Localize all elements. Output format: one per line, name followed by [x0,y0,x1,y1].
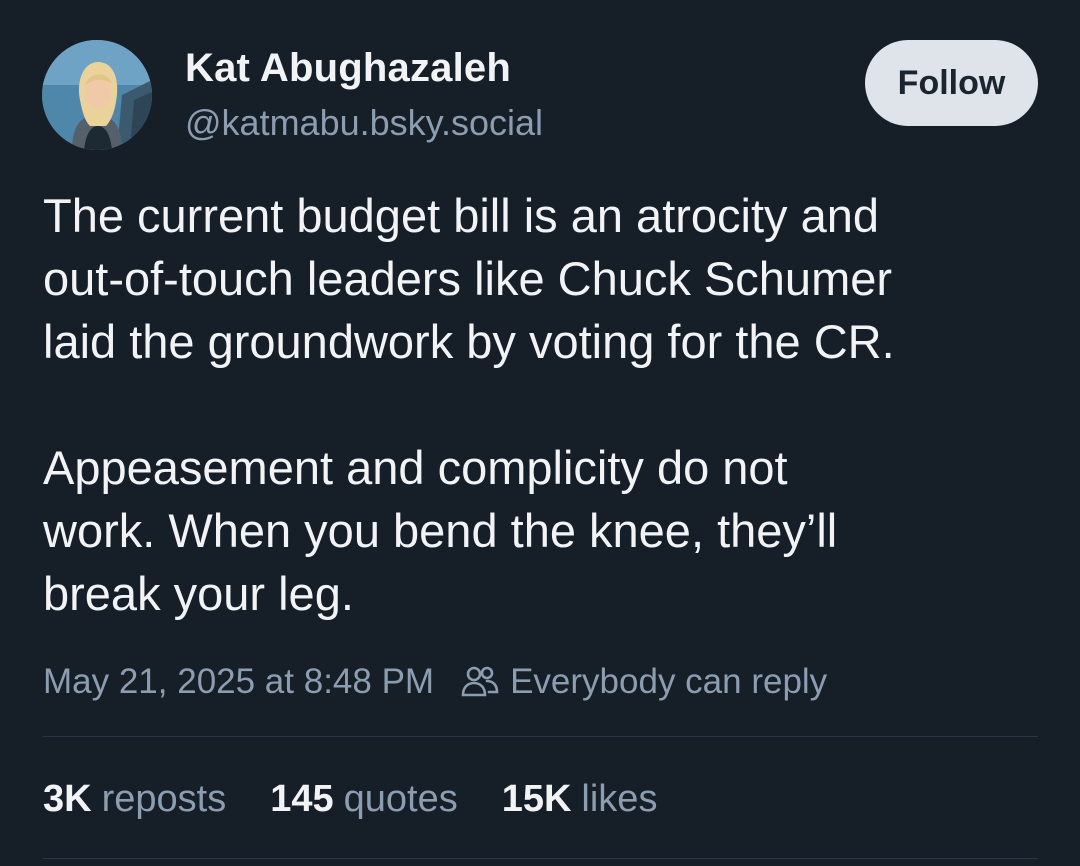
likes-stat[interactable]: 15K likes [502,778,658,821]
author-display-name[interactable]: Kat Abughazaleh [185,46,511,91]
follow-button[interactable]: Follow [865,40,1038,126]
post-text: The current budget bill is an atrocity a… [43,184,1043,625]
bottom-divider [43,858,1038,859]
likes-count: 15K [501,778,572,820]
post-text-line: break your leg. [43,567,354,620]
quotes-stat[interactable]: 145 quotes [270,778,458,821]
author-handle[interactable]: @katmabu.bsky.social [185,102,543,144]
post-stats: 3K reposts 145 quotes 15K likes [43,778,701,821]
reposts-label: reposts [101,778,227,820]
avatar-photo-icon [42,40,152,150]
likes-label: likes [581,778,658,820]
post-text-line: laid the groundwork by voting for the CR… [43,315,895,368]
reposts-stat[interactable]: 3K reposts [43,778,226,821]
reply-setting-label: Everybody can reply [510,662,828,701]
post-timestamp[interactable]: May 21, 2025 at 8:48 PM [43,662,434,702]
author-avatar[interactable] [42,40,152,150]
post-text-line: work. When you bend the knee, they’ll [43,504,838,557]
post-meta: May 21, 2025 at 8:48 PM Everybody can re… [43,660,827,704]
reply-setting[interactable]: Everybody can reply [460,662,827,702]
people-icon [460,664,500,700]
divider [43,736,1038,737]
reposts-count: 3K [43,778,92,820]
post-text-line: out-of-touch leaders like Chuck Schumer [43,252,893,305]
post-text-line: Appeasement and complicity do not [43,441,788,494]
quotes-count: 145 [270,778,334,820]
post-text-line: The current budget bill is an atrocity a… [43,189,880,242]
post-card: Kat Abughazaleh @katmabu.bsky.social Fol… [0,0,1080,866]
quotes-label: quotes [343,778,458,820]
